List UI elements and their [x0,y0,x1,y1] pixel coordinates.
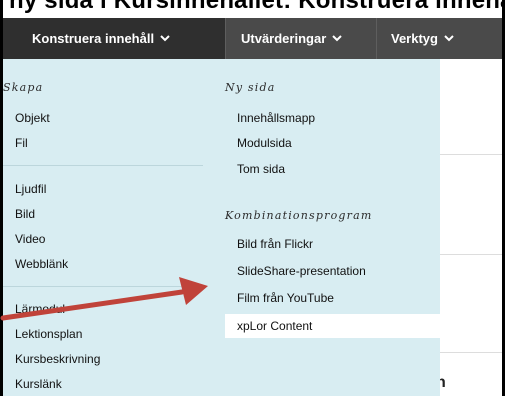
tab-tools-label: Verktyg [391,31,438,46]
menu-item-weblink[interactable]: Webblänk [15,257,68,271]
menu-divider [3,286,203,287]
menu-item-learning-module[interactable]: Lärmodul [15,302,65,316]
content-divider [440,154,502,155]
menu-item-syllabus[interactable]: Kursbeskrivning [15,352,100,366]
content-divider [440,254,502,255]
menu-item-flickr-photo[interactable]: Bild från Flickr [237,237,313,251]
menu-item-xplor-content[interactable]: xpLor Content [225,314,445,338]
tab-build-content[interactable]: Konstruera innehåll [3,18,225,59]
menu-item-image[interactable]: Bild [15,207,35,221]
page-title: ny sida i Kursinnehållet: Konstruera inn… [9,0,502,14]
tab-build-content-label: Konstruera innehåll [32,31,155,46]
menu-item-audio[interactable]: Ljudfil [15,182,46,196]
menu-item-file[interactable]: Fil [15,136,28,150]
section-heading-create: Skapa [3,81,44,94]
chevron-down-icon [444,35,454,42]
tab-assessments[interactable]: Utvärderingar [226,18,376,59]
tab-tools[interactable]: Verktyg [377,18,502,59]
menu-divider [3,165,203,166]
background-content [440,59,502,396]
frame-right-border [502,0,505,396]
menu-item-blank-page[interactable]: Tom sida [237,162,285,176]
menu-item-content-folder[interactable]: Innehållsmapp [237,111,315,125]
menu-item-object[interactable]: Objekt [15,111,50,125]
menu-item-module-page[interactable]: Modulsida [237,136,292,150]
section-heading-mashups: Kombinationsprogram [225,209,373,222]
course-menu-bar: Konstruera innehåll Utvärderingar Verkty… [3,18,502,78]
section-heading-new-page: Ny sida [225,81,276,94]
chevron-down-icon [332,35,342,42]
menu-item-video[interactable]: Video [15,232,45,246]
menu-item-slideshare[interactable]: SlideShare-presentation [237,264,366,278]
chevron-down-icon [160,35,170,42]
menu-item-course-link[interactable]: Kurslänk [15,377,62,391]
tab-assessments-label: Utvärderingar [241,31,327,46]
content-divider [440,352,502,353]
build-content-dropdown: Skapa Objekt Fil Ljudfil Bild Video Webb… [3,59,445,396]
menu-item-youtube-video[interactable]: Film från YouTube [237,291,334,305]
page-title-strip: ny sida i Kursinnehållet: Konstruera inn… [3,0,502,18]
menu-item-lesson-plan[interactable]: Lektionsplan [15,327,82,341]
